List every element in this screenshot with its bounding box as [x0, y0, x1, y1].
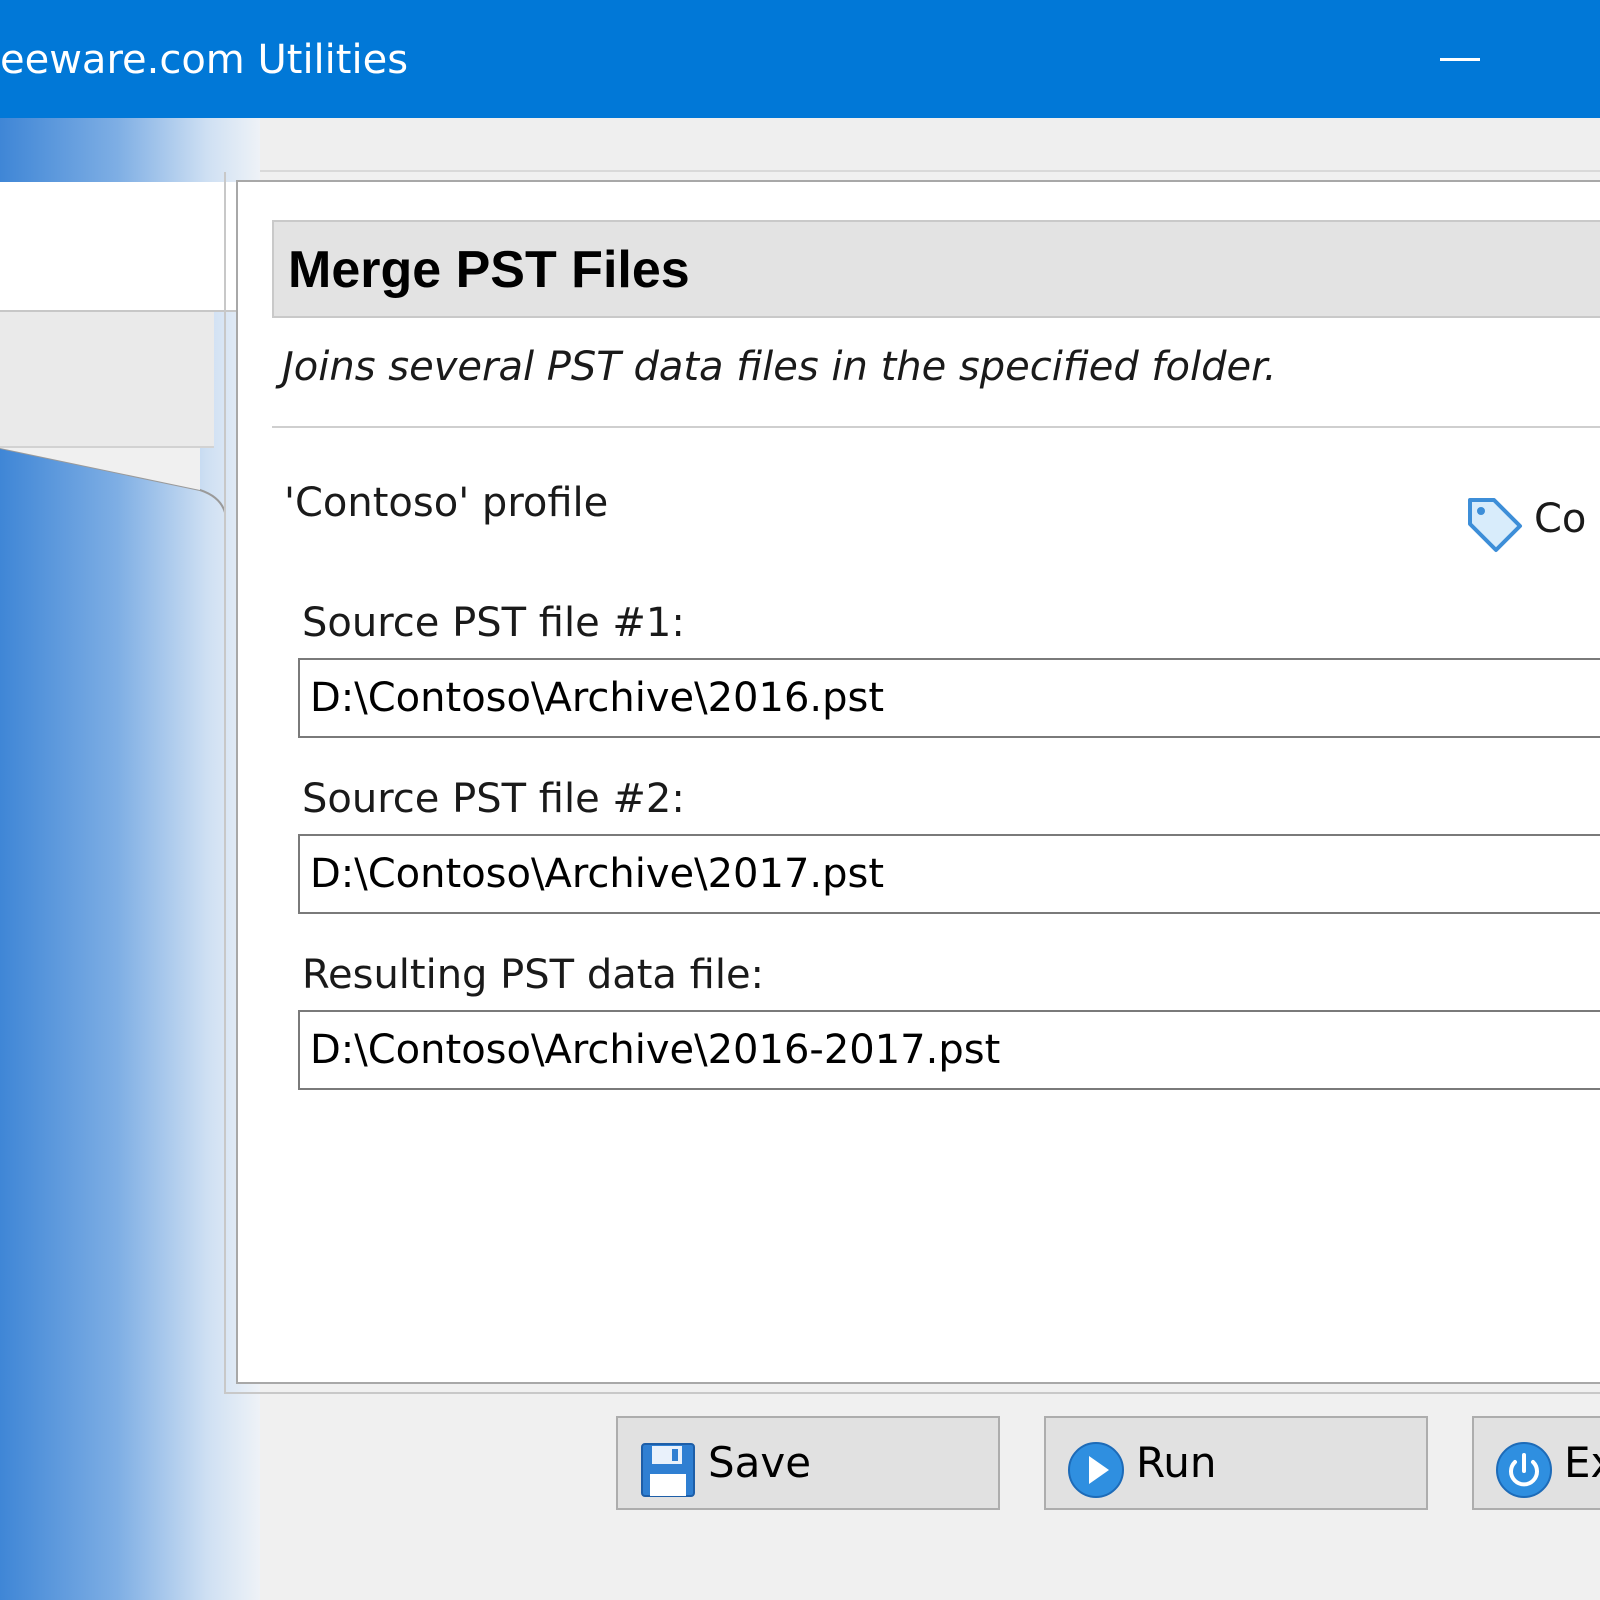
save-button-label: Save: [708, 1438, 812, 1487]
profile-label: 'Contoso' profile: [284, 480, 609, 526]
content-panel: Merge PST Files Joins several PST data f…: [236, 180, 1600, 1384]
window-body: Merge PST Files Joins several PST data f…: [0, 118, 1600, 1600]
page-title: Merge PST Files: [288, 241, 690, 299]
save-button[interactable]: Save: [616, 1416, 1000, 1510]
tag-link-label: Co: [1534, 496, 1587, 542]
title-bar: eeware.com Utilities: [0, 0, 1600, 118]
side-panel: [0, 118, 260, 1600]
minimize-button[interactable]: [1440, 36, 1500, 86]
power-icon: [1496, 1442, 1552, 1498]
side-panel-header: [0, 182, 238, 312]
tag-icon: [1468, 498, 1522, 552]
source-pst-1-field[interactable]: D:\Contoso\Archive\2016.pst: [298, 658, 1600, 738]
floppy-disk-icon: [641, 1443, 695, 1497]
source-pst-2-label: Source PST file #2:: [302, 776, 685, 822]
play-icon: [1068, 1442, 1124, 1498]
run-button[interactable]: Run: [1044, 1416, 1428, 1510]
result-pst-label: Resulting PST data file:: [302, 952, 765, 998]
result-pst-field[interactable]: D:\Contoso\Archive\2016-2017.pst: [298, 1010, 1600, 1090]
function-description: Joins several PST data files in the spec…: [282, 344, 1277, 390]
source-pst-2-field[interactable]: D:\Contoso\Archive\2017.pst: [298, 834, 1600, 914]
minimize-icon: [1440, 58, 1480, 61]
function-header: Merge PST Files: [272, 220, 1600, 318]
window-title: eeware.com Utilities: [0, 37, 409, 83]
exit-button-label: Ex: [1564, 1438, 1600, 1487]
run-button-label: Run: [1136, 1438, 1217, 1487]
side-panel-band: [0, 312, 214, 448]
source-pst-1-label: Source PST file #1:: [302, 600, 685, 646]
side-panel-curve: [0, 448, 226, 519]
divider: [272, 426, 1600, 428]
exit-button[interactable]: Ex: [1472, 1416, 1600, 1510]
